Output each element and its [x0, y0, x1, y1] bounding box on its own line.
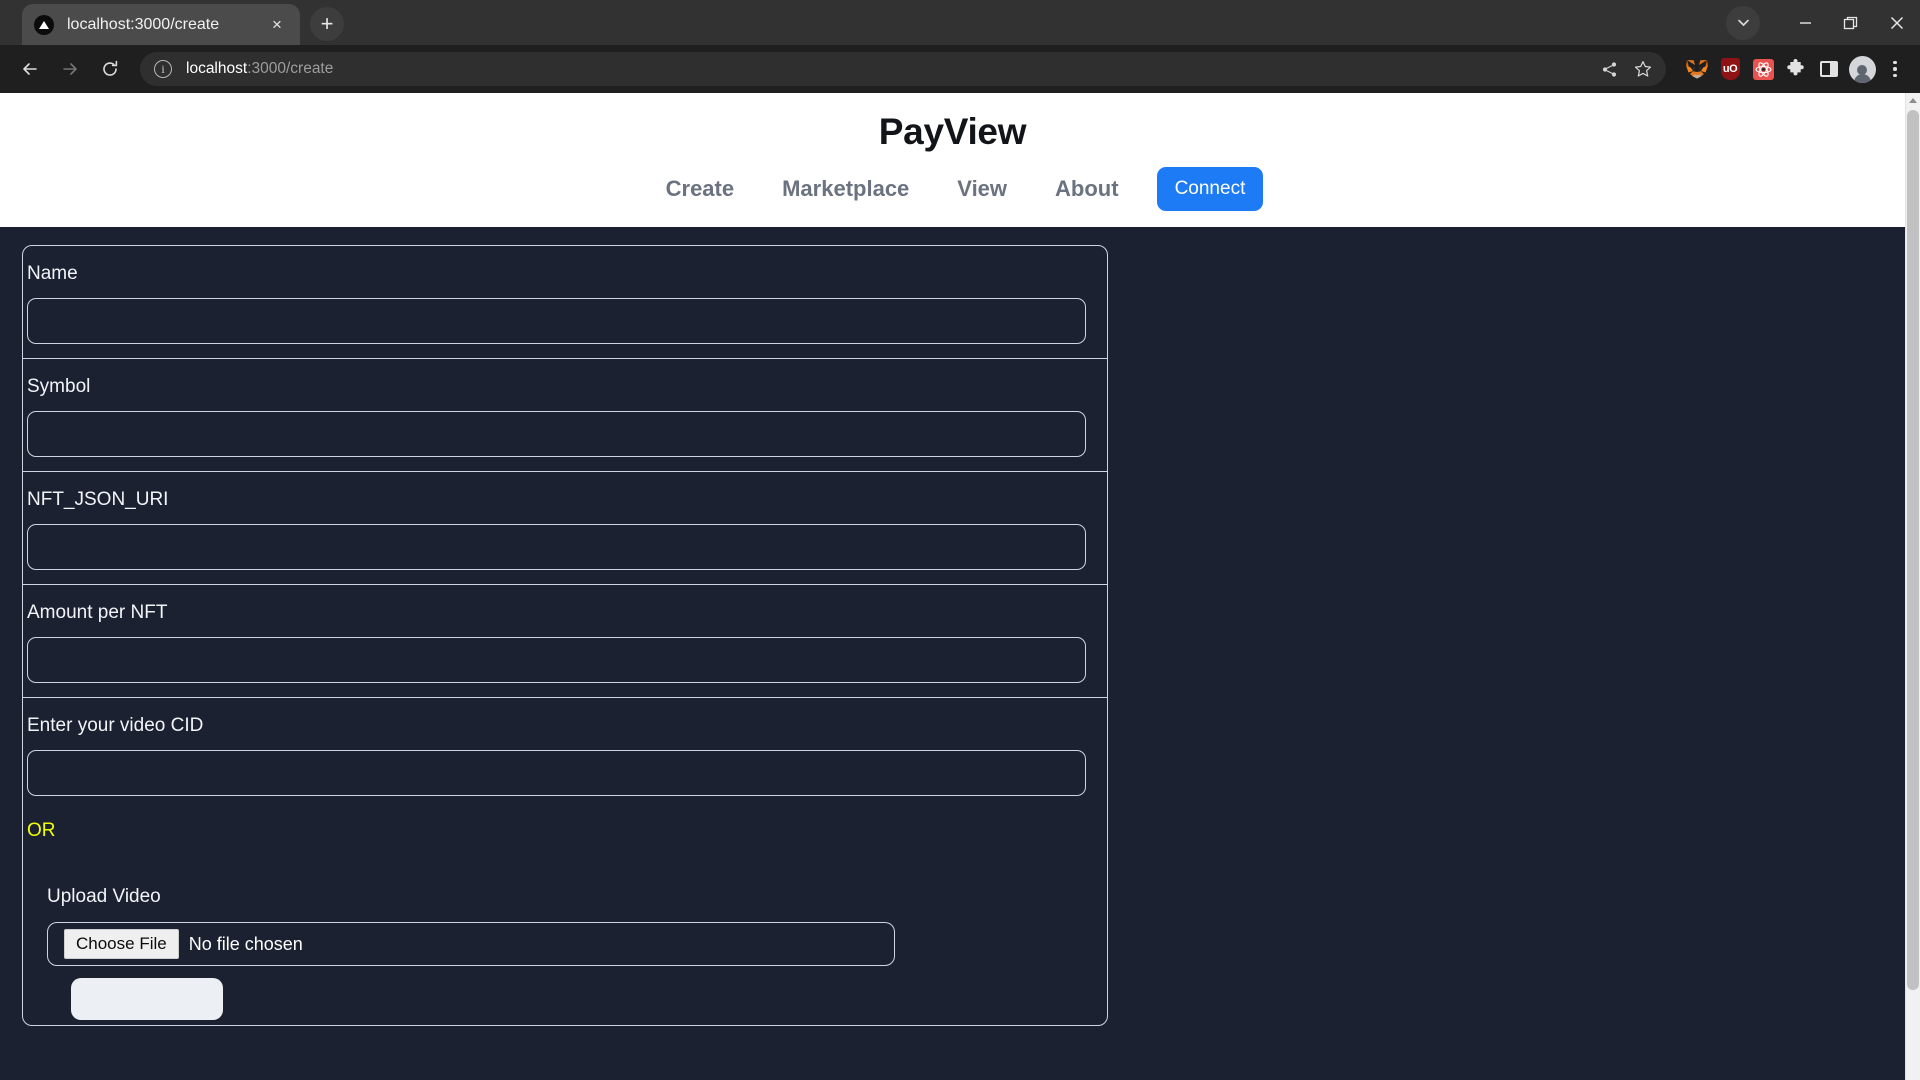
- tab-close-icon[interactable]: ×: [266, 14, 288, 36]
- label-nft-json-uri: NFT_JSON_URI: [27, 489, 169, 510]
- omnibox-actions: [1594, 54, 1658, 84]
- scrollbar-thumb[interactable]: [1907, 110, 1919, 990]
- minimize-icon[interactable]: [1782, 0, 1828, 45]
- new-tab-button[interactable]: +: [310, 7, 344, 41]
- form-field-nft-json-uri: NFT_JSON_URI: [23, 472, 1107, 585]
- file-input-row[interactable]: Choose File No file chosen: [47, 922, 895, 966]
- ublock-origin-extension-icon[interactable]: uO: [1715, 54, 1745, 84]
- browser-window: localhost:3000/create × + i localhost:30…: [0, 0, 1920, 1080]
- page-scrollbar[interactable]: [1905, 93, 1920, 1080]
- label-video-cid: Enter your video CID: [27, 715, 204, 736]
- react-devtools-extension-icon[interactable]: [1748, 54, 1778, 84]
- nav-item-marketplace[interactable]: Marketplace: [758, 176, 933, 202]
- nav-item-create[interactable]: Create: [642, 176, 758, 202]
- nav-item-about[interactable]: About: [1031, 176, 1143, 202]
- browser-toolbar: i localhost:3000/create uO: [0, 45, 1920, 93]
- web-page: PayView Create Marketplace View About Co…: [0, 93, 1905, 1080]
- reload-icon[interactable]: [90, 49, 130, 89]
- metamask-extension-icon[interactable]: [1682, 54, 1712, 84]
- star-icon[interactable]: [1628, 54, 1658, 84]
- tab-strip: localhost:3000/create × +: [0, 0, 1920, 45]
- upload-video-section: Upload Video Choose File No file chosen: [23, 842, 1107, 1025]
- main-navigation: Create Marketplace View About Connect: [0, 167, 1905, 227]
- url-host: localhost: [186, 60, 248, 77]
- side-panel-icon[interactable]: [1814, 54, 1844, 84]
- file-status-text: No file chosen: [188, 933, 303, 954]
- input-amount-per-nft[interactable]: [27, 637, 1086, 683]
- extensions-row: uO: [1676, 54, 1910, 84]
- main-content: Name Symbol NFT_JSON_URI Amount per NFT: [0, 227, 1905, 1080]
- close-icon[interactable]: [1874, 0, 1920, 45]
- back-arrow-icon[interactable]: [10, 49, 50, 89]
- page-viewport: PayView Create Marketplace View About Co…: [0, 93, 1920, 1080]
- label-upload-video: Upload Video: [47, 886, 161, 907]
- input-video-cid[interactable]: [27, 750, 1086, 796]
- tab-title: localhost:3000/create: [67, 15, 220, 33]
- choose-file-button[interactable]: Choose File: [64, 929, 179, 959]
- input-symbol[interactable]: [27, 411, 1086, 457]
- url-path: :3000/create: [247, 60, 334, 77]
- connect-wallet-button[interactable]: Connect: [1156, 167, 1264, 211]
- url-text: localhost:3000/create: [186, 60, 333, 78]
- site-header: PayView Create Marketplace View About Co…: [0, 93, 1905, 227]
- site-info-icon[interactable]: i: [154, 60, 172, 78]
- profile-avatar-icon[interactable]: [1847, 54, 1877, 84]
- triangle-logo-icon: [34, 14, 54, 35]
- submit-button[interactable]: [71, 978, 223, 1020]
- form-field-amount-per-nft: Amount per NFT: [23, 585, 1107, 698]
- scroll-up-arrow-icon[interactable]: [1906, 93, 1920, 108]
- maximize-icon[interactable]: [1828, 0, 1874, 45]
- forward-arrow-icon[interactable]: [50, 49, 90, 89]
- extensions-puzzle-icon[interactable]: [1781, 54, 1811, 84]
- page-title: PayView: [878, 111, 1027, 152]
- label-amount-per-nft: Amount per NFT: [27, 602, 168, 623]
- nav-item-view[interactable]: View: [933, 176, 1031, 202]
- share-icon[interactable]: [1594, 54, 1624, 84]
- browser-tab[interactable]: localhost:3000/create ×: [22, 4, 300, 45]
- form-field-symbol: Symbol: [23, 359, 1107, 472]
- form-field-video-cid: Enter your video CID OR Upload Video Cho…: [23, 698, 1107, 1025]
- create-nft-form: Name Symbol NFT_JSON_URI Amount per NFT: [22, 245, 1108, 1026]
- three-dot-menu-icon[interactable]: [1880, 54, 1910, 84]
- form-field-name: Name: [23, 246, 1107, 359]
- tab-search-icon[interactable]: [1726, 5, 1760, 40]
- input-nft-json-uri[interactable]: [27, 524, 1086, 570]
- label-name: Name: [27, 263, 78, 284]
- or-separator-label: OR: [27, 820, 56, 841]
- input-name[interactable]: [27, 298, 1086, 344]
- window-controls: [1726, 0, 1920, 45]
- label-symbol: Symbol: [27, 376, 91, 397]
- address-bar[interactable]: i localhost:3000/create: [140, 52, 1666, 86]
